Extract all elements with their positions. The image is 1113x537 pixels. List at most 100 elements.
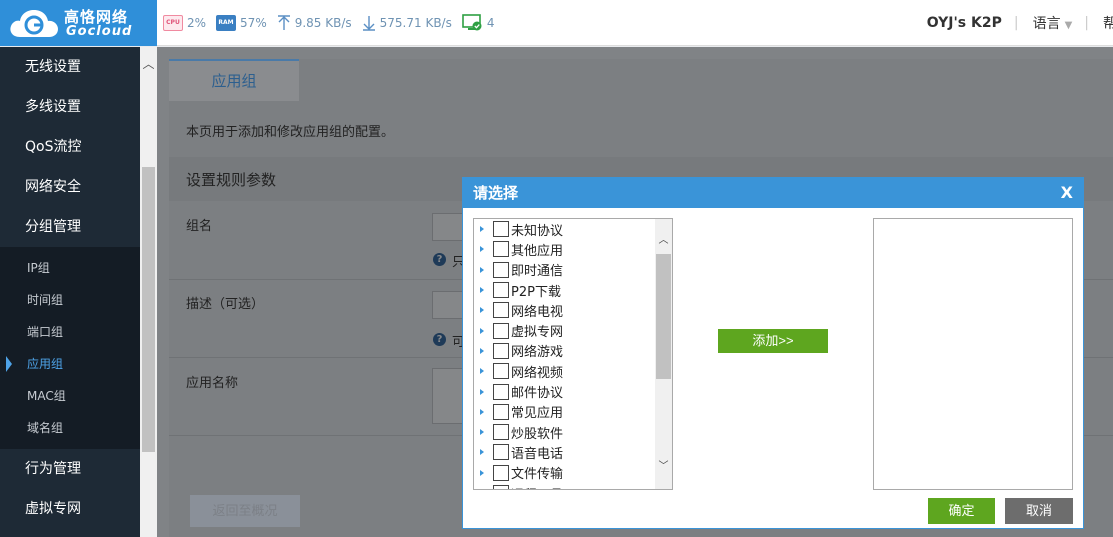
tree-item[interactable]: 语音电话	[474, 442, 656, 462]
brand-logo[interactable]: 高恪网络 Gocloud	[0, 0, 157, 46]
sidebar-item-multiline[interactable]: 多线设置	[0, 87, 140, 127]
tree-item-checkbox[interactable]	[493, 221, 509, 238]
close-icon[interactable]: X	[1061, 178, 1073, 208]
sidebar-scrollbar[interactable]: ︿	[140, 47, 157, 537]
tree-item-checkbox[interactable]	[493, 424, 509, 441]
tree-scroll-thumb[interactable]	[656, 254, 671, 379]
expand-arrow-icon[interactable]	[480, 429, 484, 436]
upload-speed: 9.85 KB/s	[294, 16, 352, 30]
sidebar-sub-time-group[interactable]: 时间组	[0, 284, 140, 316]
status-bar: CPU 2% RAM 57% 9.85 KB/s 575.71 KB/s 4	[163, 0, 505, 46]
cancel-button[interactable]: 取消	[1005, 498, 1073, 524]
sidebar-sub-mac-group[interactable]: MAC组	[0, 380, 140, 412]
sidebar-item-qos[interactable]: QoS流控	[0, 127, 140, 167]
tree-item-checkbox[interactable]	[493, 302, 509, 319]
sidebar-item-behavior[interactable]: 行为管理	[0, 449, 140, 489]
tree-item-label: 未知协议	[511, 223, 564, 239]
tree-item[interactable]: 常见应用	[474, 402, 656, 422]
sidebar-sub-port-group[interactable]: 端口组	[0, 316, 140, 348]
expand-arrow-icon[interactable]	[480, 449, 484, 456]
tree-item-label: 语音电话	[511, 446, 564, 462]
back-to-overview-button[interactable]: 返回至概况	[190, 495, 300, 527]
chevron-down-icon[interactable]: ﹀	[655, 459, 672, 475]
tree-item-label: 文件传输	[511, 467, 564, 483]
router-name: OYJ's K2P	[926, 15, 1002, 31]
tree-item[interactable]: 炒股软件	[474, 422, 656, 442]
upload-stat: 9.85 KB/s	[277, 15, 352, 31]
sidebar-item-groups[interactable]: 分组管理	[0, 207, 140, 247]
dialog-header: 请选择 X	[463, 178, 1083, 208]
expand-arrow-icon[interactable]	[480, 327, 484, 334]
chevron-up-icon[interactable]: ︿	[655, 233, 672, 249]
tree-item-label: 炒股软件	[511, 426, 564, 442]
app-name-label: 应用名称	[186, 376, 239, 391]
ram-icon: RAM	[216, 15, 237, 31]
tree-item-checkbox[interactable]	[493, 241, 509, 258]
help-link[interactable]: 帮	[1103, 13, 1113, 33]
sidebar-item-wireless[interactable]: 无线设置	[0, 47, 140, 87]
expand-arrow-icon[interactable]	[480, 226, 484, 233]
tree-item-checkbox[interactable]	[493, 322, 509, 339]
tree-item-checkbox[interactable]	[493, 363, 509, 380]
sidebar-sub-ip-group[interactable]: IP组	[0, 252, 140, 284]
help-icon: ?	[433, 253, 446, 266]
tree-item-checkbox[interactable]	[493, 383, 509, 400]
tree-item-label: 其他应用	[511, 243, 564, 259]
cloud-logo-icon	[10, 10, 58, 37]
tree-item-label: 常见应用	[511, 406, 564, 422]
add-button[interactable]: 添加>>	[718, 329, 828, 353]
sidebar-item-security[interactable]: 网络安全	[0, 167, 140, 207]
tree-item-checkbox[interactable]	[493, 282, 509, 299]
expand-arrow-icon[interactable]	[480, 307, 484, 314]
tree-item[interactable]: 其他应用	[474, 239, 656, 259]
download-arrow-icon	[362, 16, 375, 31]
tree-item-label: 网络电视	[511, 304, 564, 320]
expand-arrow-icon[interactable]	[480, 287, 484, 294]
brand-name-en: Gocloud	[66, 24, 133, 39]
tree-item[interactable]: 网络游戏	[474, 341, 656, 361]
cpu-stat: CPU 2%	[163, 15, 206, 31]
tree-scrollbar[interactable]: ︿ ﹀	[655, 219, 672, 489]
tree-item-checkbox[interactable]	[493, 444, 509, 461]
tree-item[interactable]: 远程工具	[474, 483, 656, 489]
tree-item[interactable]: 未知协议	[474, 219, 656, 239]
sidebar-sub-domain-group[interactable]: 域名组	[0, 412, 140, 444]
dialog-title: 请选择	[473, 184, 519, 202]
tree-item[interactable]: 网络电视	[474, 300, 656, 320]
sidebar-scroll-thumb[interactable]	[142, 167, 155, 452]
tree-item[interactable]: 邮件协议	[474, 381, 656, 401]
tree-item[interactable]: 网络视频	[474, 361, 656, 381]
tree-item-label: 即时通信	[511, 264, 564, 280]
tab-app-group[interactable]: 应用组	[169, 59, 299, 101]
tree-item-checkbox[interactable]	[493, 485, 509, 489]
expand-arrow-icon[interactable]	[480, 266, 484, 273]
confirm-button[interactable]: 确定	[928, 498, 995, 524]
tree-item[interactable]: 即时通信	[474, 260, 656, 280]
expand-arrow-icon[interactable]	[480, 469, 484, 476]
expand-arrow-icon[interactable]	[480, 408, 484, 415]
tree-item[interactable]: 文件传输	[474, 463, 656, 483]
upload-arrow-icon	[277, 15, 290, 30]
expand-arrow-icon[interactable]	[480, 368, 484, 375]
tree-item-checkbox[interactable]	[493, 403, 509, 420]
devices-stat[interactable]: 4	[462, 14, 495, 32]
tree-item[interactable]: P2P下载	[474, 280, 656, 300]
tree-item-checkbox[interactable]	[493, 464, 509, 481]
tree-item-label: 虚拟专网	[511, 325, 564, 341]
chevron-up-icon[interactable]: ︿	[142, 58, 155, 71]
tree-item[interactable]: 虚拟专网	[474, 320, 656, 340]
language-selector[interactable]: 语言 ▼	[1033, 13, 1073, 33]
tree-item-checkbox[interactable]	[493, 342, 509, 359]
cpu-icon: CPU	[163, 15, 183, 31]
header-divider: |	[1013, 15, 1019, 31]
tree-item-checkbox[interactable]	[493, 261, 509, 278]
expand-arrow-icon[interactable]	[480, 347, 484, 354]
sidebar-item-vpn[interactable]: 虚拟专网	[0, 489, 140, 529]
expand-arrow-icon[interactable]	[480, 246, 484, 253]
download-speed: 575.71 KB/s	[379, 16, 452, 30]
ram-value: 57%	[240, 16, 267, 30]
expand-arrow-icon[interactable]	[480, 388, 484, 395]
sidebar-sub-app-group[interactable]: 应用组	[0, 348, 140, 380]
tree-item-label: 网络视频	[511, 365, 564, 381]
selected-list[interactable]	[873, 218, 1073, 490]
